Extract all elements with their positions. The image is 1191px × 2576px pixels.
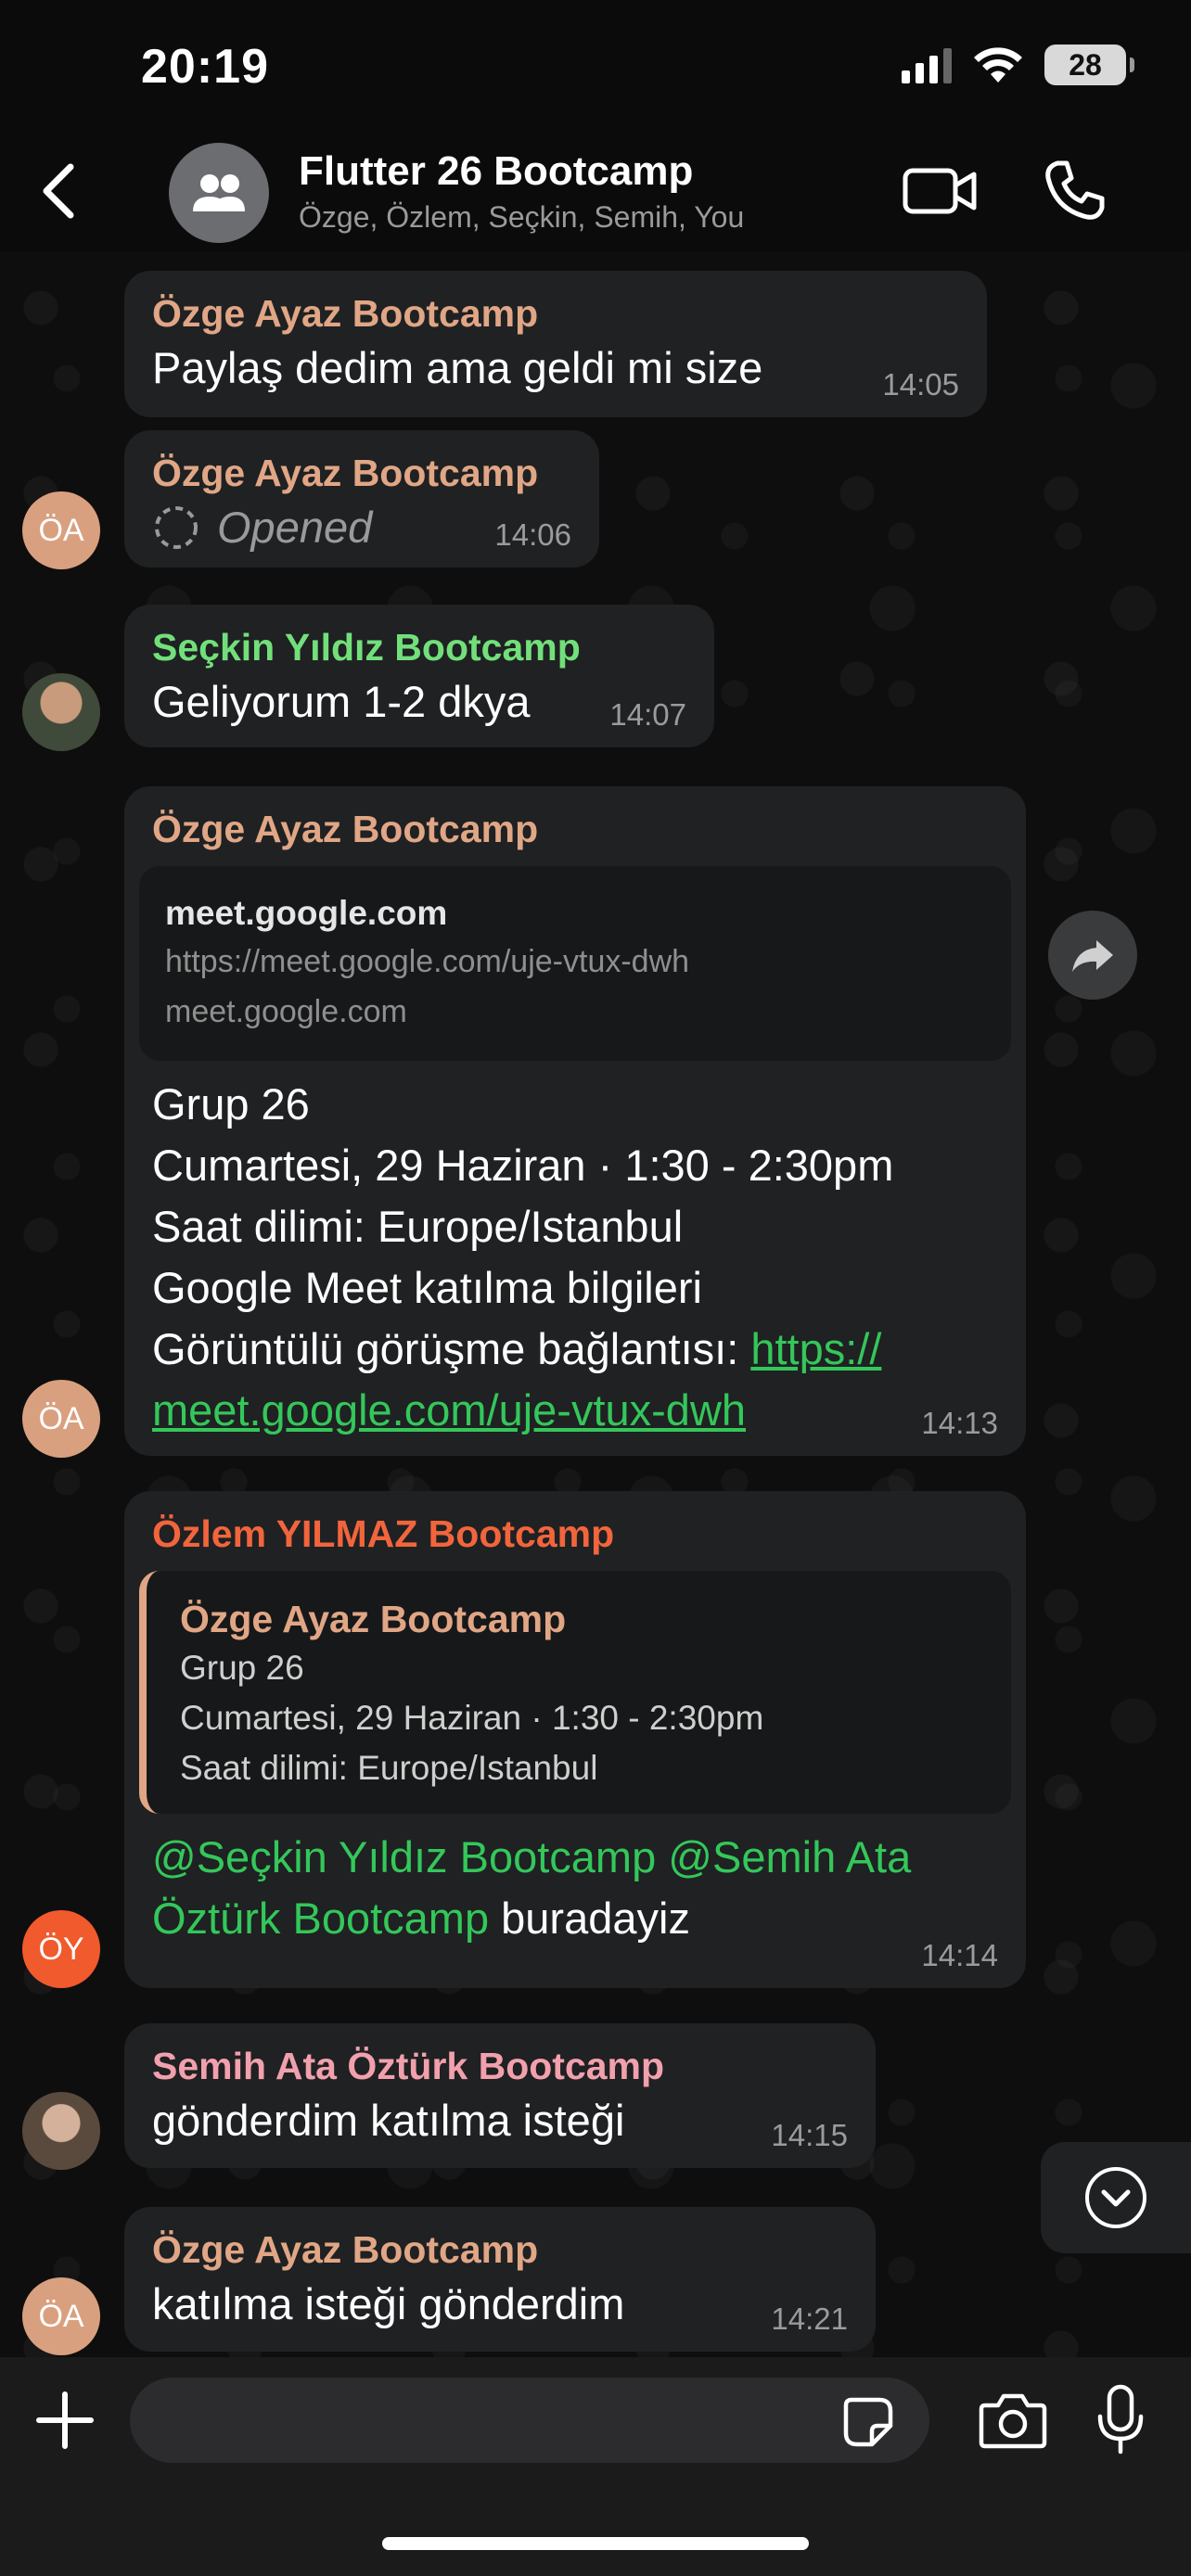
message-text: Geliyorum 1-2 dkya (152, 677, 531, 726)
message-sender: Semih Ata Öztürk Bootcamp (152, 2045, 665, 2087)
message-time: 14:21 (771, 2302, 848, 2336)
mention[interactable]: @Seçkin Yıldız Bootcamp (152, 1832, 656, 1881)
message-input[interactable] (130, 2378, 929, 2463)
opened-label: Opened (217, 503, 373, 552)
message-time: 14:07 (609, 697, 686, 732)
status-time: 20:19 (141, 40, 269, 94)
meet-link[interactable]: meet.google.com/uje-vtux-dwh (152, 1385, 746, 1435)
message-line-text: Görüntülü görüşme bağlantısı: (152, 1324, 751, 1373)
message-sender: Özge Ayaz Bootcamp (152, 292, 539, 335)
message-time: 14:15 (771, 2118, 848, 2152)
message-text: katılma isteği gönderdim (152, 2279, 625, 2328)
forward-icon (1072, 940, 1113, 972)
message-time: 14:14 (921, 1938, 998, 1972)
message-bubble[interactable]: Semih Ata Öztürk Bootcamp gönderdim katı… (124, 2023, 876, 2168)
message-bubble[interactable]: Seçkin Yıldız Bootcamp Geliyorum 1-2 dky… (124, 605, 714, 747)
view-once-opened-icon (155, 506, 198, 549)
cellular-signal-icon (902, 46, 952, 83)
video-call-button[interactable] (902, 161, 980, 221)
voice-call-button[interactable] (1041, 158, 1108, 224)
quoted-message[interactable]: Özge Ayaz Bootcamp Grup 26 Cumartesi, 29… (139, 1571, 1011, 1814)
home-indicator[interactable] (382, 2537, 809, 2550)
wifi-icon (974, 47, 1022, 83)
camera-button[interactable] (978, 2391, 1048, 2450)
forward-button[interactable] (1048, 911, 1137, 1000)
message-line: Görüntülü görüşme bağlantısı: https:// (152, 1319, 998, 1380)
link-preview[interactable]: meet.google.com https://meet.google.com/… (139, 866, 1011, 1061)
message-text: Paylaş dedim ama geldi mi size (152, 343, 763, 392)
message-bubble[interactable]: Özge Ayaz Bootcamp Paylaş dedim ama geld… (124, 271, 987, 417)
chevron-down-circle-icon (1085, 2167, 1146, 2228)
message-sender: Özge Ayaz Bootcamp (152, 2228, 539, 2271)
mention[interactable]: Öztürk Bootcamp (152, 1894, 489, 1943)
message-time: 14:13 (921, 1406, 998, 1440)
chat-header: Flutter 26 Bootcamp Özge, Özlem, Seçkin,… (0, 130, 1191, 252)
quoted-line: Grup 26 (180, 1649, 304, 1687)
group-title[interactable]: Flutter 26 Bootcamp (299, 148, 693, 195)
back-button[interactable] (30, 154, 89, 228)
message-line: meet.google.com/uje-vtux-dwh (152, 1380, 998, 1441)
message-bubble[interactable]: Özge Ayaz Bootcamp Opened 14:06 (124, 430, 599, 567)
message-line: @Seçkin Yıldız Bootcamp @Semih Ata (152, 1827, 998, 1888)
message-line: Google Meet katılma bilgileri (152, 1263, 702, 1312)
quoted-sender: Özge Ayaz Bootcamp (180, 1598, 567, 1640)
meet-link[interactable]: https:// (750, 1324, 881, 1373)
link-preview-domain: meet.google.com (165, 994, 407, 1029)
message-bubble[interactable]: Özge Ayaz Bootcamp katılma isteği gönder… (124, 2207, 876, 2352)
message-time: 14:05 (882, 367, 959, 402)
avatar[interactable] (22, 2092, 100, 2170)
message-time: 14:06 (494, 517, 571, 552)
message-text: buradayiz (489, 1894, 690, 1943)
battery-icon: 28 (1044, 45, 1134, 85)
message-sender: Seçkin Yıldız Bootcamp (152, 626, 581, 669)
link-preview-title: meet.google.com (165, 894, 448, 932)
mention[interactable]: @Semih Ata (668, 1832, 911, 1881)
message-text: gönderdim katılma isteği (152, 2096, 625, 2145)
scroll-to-bottom-button[interactable] (1041, 2142, 1191, 2253)
message-sender: Özge Ayaz Bootcamp (152, 808, 539, 850)
message-bubble[interactable]: Özlem YILMAZ Bootcamp Özge Ayaz Bootcamp… (124, 1491, 1026, 1988)
group-icon (193, 174, 245, 211)
avatar[interactable] (22, 673, 100, 751)
microphone-button[interactable] (1095, 2383, 1146, 2457)
attach-plus-button[interactable] (32, 2387, 98, 2454)
message-sender: Özlem YILMAZ Bootcamp (152, 1512, 615, 1555)
avatar[interactable]: ÖA (22, 491, 100, 569)
message-line: Saat dilimi: Europe/Istanbul (152, 1202, 684, 1251)
quoted-line: Saat dilimi: Europe/Istanbul (180, 1749, 598, 1787)
status-icons: 28 (902, 45, 1134, 85)
message-line: Öztürk Bootcamp buradayiz (152, 1888, 998, 1949)
sticker-button[interactable] (840, 2394, 896, 2450)
avatar[interactable]: ÖY (22, 1910, 100, 1988)
message-line: Cumartesi, 29 Haziran · 1:30 - 2:30pm (152, 1141, 894, 1190)
quoted-line: Cumartesi, 29 Haziran · 1:30 - 2:30pm (180, 1699, 764, 1737)
avatar[interactable]: ÖA (22, 1380, 100, 1458)
group-members[interactable]: Özge, Özlem, Seçkin, Semih, You (299, 200, 744, 235)
avatar[interactable]: ÖA (22, 2277, 100, 2355)
message-bubble[interactable]: Özge Ayaz Bootcamp meet.google.com https… (124, 786, 1026, 1456)
composer-bar (0, 2357, 1191, 2576)
link-preview-url: https://meet.google.com/uje-vtux-dwh (165, 944, 690, 979)
message-line: Grup 26 (152, 1079, 310, 1129)
message-sender: Özge Ayaz Bootcamp (152, 452, 539, 494)
group-avatar[interactable] (169, 143, 269, 243)
